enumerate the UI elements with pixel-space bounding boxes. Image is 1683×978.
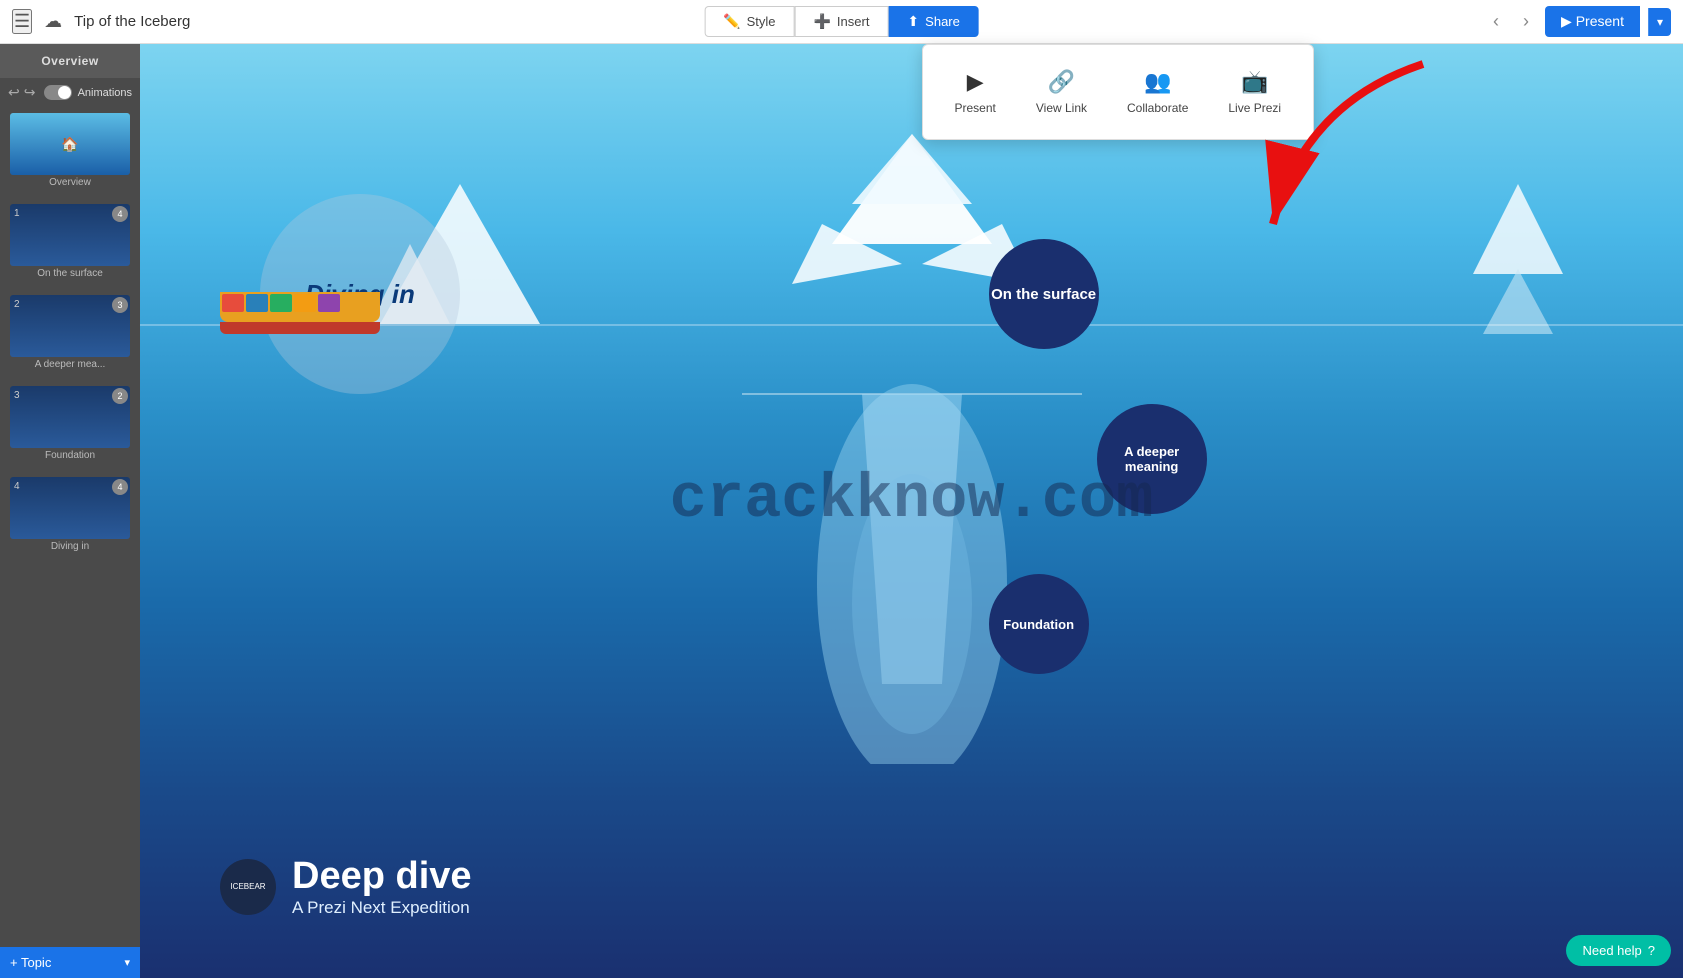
topbar: ☰ ☁ Tip of the Iceberg ✏️ Style ➕ Insert… (0, 0, 1683, 44)
sidebar-slide-overview[interactable]: 🏠 Overview (8, 111, 132, 194)
topic-foundation[interactable]: Foundation (989, 574, 1089, 674)
slide-badge-2: 3 (112, 297, 128, 313)
insert-button[interactable]: ➕ Insert (794, 6, 888, 37)
share-collaborate-item[interactable]: 👥 Collaborate (1107, 61, 1208, 123)
present-button[interactable]: ▶ Present (1545, 6, 1640, 37)
share-present-label: Present (955, 101, 996, 115)
canvas-area: Diving in On the surface A deeper meanin… (140, 44, 1683, 978)
menu-button[interactable]: ☰ (12, 9, 32, 34)
share-button[interactable]: ⬆ Share (888, 6, 978, 37)
toggle-knob (58, 86, 71, 99)
sidebar-toolbar: ↩ ↪ Animations (0, 78, 140, 107)
prev-button[interactable]: ‹ (1485, 7, 1507, 36)
sidebar-slide-1[interactable]: 1 4 On the surface (8, 202, 132, 285)
animations-toggle[interactable]: Animations (44, 85, 132, 100)
share-viewlink-label: View Link (1036, 101, 1087, 115)
container-ship (220, 292, 380, 334)
present-share-icon: ▶ (967, 69, 984, 95)
cloud-icon: ☁ (44, 11, 62, 32)
container-red (222, 294, 244, 312)
collaborate-icon: 👥 (1144, 69, 1171, 95)
far-iceberg (1453, 174, 1583, 339)
need-help-button[interactable]: Need help ? (1566, 935, 1671, 966)
main-layout: Overview ↩ ↪ Animations 🏠 Overview 1 (0, 44, 1683, 978)
container-orange (294, 294, 316, 312)
slide-label-overview: Overview (10, 175, 130, 192)
deep-dive-subtitle: A Prezi Next Expedition (292, 898, 472, 918)
toolbar-center: ✏️ Style ➕ Insert ⬆ Share (704, 6, 979, 37)
deep-dive-logo: ICEBEAR (220, 859, 276, 915)
deep-dive-title: Deep dive (292, 855, 472, 898)
add-topic-bar[interactable]: + Topic ▾ (0, 947, 140, 978)
sidebar-slide-3[interactable]: 3 2 Foundation (8, 384, 132, 467)
sidebar-undo-redo: ↩ ↪ (8, 84, 35, 101)
add-topic-button[interactable]: + Topic (10, 955, 51, 970)
play-icon: ▶ (1561, 13, 1572, 29)
sidebar-slide-4[interactable]: 4 4 Diving in (8, 475, 132, 558)
slide-label-3: Foundation (10, 448, 130, 465)
topic-deeper-meaning[interactable]: A deeper meaning (1097, 404, 1207, 514)
undo-button[interactable]: ↩ (8, 84, 20, 101)
slide-number-4: 4 (14, 481, 20, 492)
slide-badge-4: 4 (112, 479, 128, 495)
container-blue (246, 294, 268, 312)
container-purple (318, 294, 340, 312)
present-dropdown-button[interactable]: ▾ (1648, 8, 1671, 36)
insert-icon: ➕ (813, 13, 830, 30)
share-dropdown: ▶ Present 🔗 View Link 👥 Collaborate 📺 Li… (922, 44, 1315, 140)
slide-badge-1: 4 (112, 206, 128, 222)
share-present-item[interactable]: ▶ Present (935, 61, 1016, 123)
share-collaborate-label: Collaborate (1127, 101, 1188, 115)
slide-number-1: 1 (14, 208, 20, 219)
ship-containers (220, 292, 342, 322)
share-icon: ⬆ (907, 13, 919, 30)
container-green (270, 294, 292, 312)
sidebar-slide-2[interactable]: 2 3 A deeper mea... (8, 293, 132, 376)
sidebar-header: Overview (0, 44, 140, 78)
slide-badge-3: 2 (112, 388, 128, 404)
ship-body (220, 292, 380, 322)
link-icon: 🔗 (1048, 69, 1075, 95)
slide-thumb-overview: 🏠 (10, 113, 130, 175)
topic-dropdown-icon[interactable]: ▾ (124, 956, 130, 969)
style-button[interactable]: ✏️ Style (704, 6, 794, 37)
redo-button[interactable]: ↪ (24, 84, 36, 101)
style-icon: ✏️ (723, 13, 740, 30)
slide-label-4: Diving in (10, 539, 130, 556)
ship-hull (220, 322, 380, 334)
deep-dive-text: Deep dive A Prezi Next Expedition (292, 855, 472, 918)
home-icon: 🏠 (61, 136, 78, 153)
right-controls: ‹ › ▶ Present ▾ (1485, 6, 1671, 37)
slide-label-1: On the surface (10, 266, 130, 283)
slide-label-2: A deeper mea... (10, 357, 130, 374)
next-button[interactable]: › (1515, 7, 1537, 36)
deep-dive-section: ICEBEAR Deep dive A Prezi Next Expeditio… (220, 855, 472, 918)
slide-number-3: 3 (14, 390, 20, 401)
share-liveprezi-label: Live Prezi (1228, 101, 1281, 115)
topic-on-surface[interactable]: On the surface (989, 239, 1099, 349)
liveprezi-icon: 📺 (1241, 69, 1268, 95)
sidebar: Overview ↩ ↪ Animations 🏠 Overview 1 (0, 44, 140, 978)
toggle-switch (44, 85, 72, 100)
slide-number-2: 2 (14, 299, 20, 310)
share-liveprezi-item[interactable]: 📺 Live Prezi (1208, 61, 1301, 123)
help-icon: ? (1648, 943, 1655, 958)
share-viewlink-item[interactable]: 🔗 View Link (1016, 61, 1107, 123)
